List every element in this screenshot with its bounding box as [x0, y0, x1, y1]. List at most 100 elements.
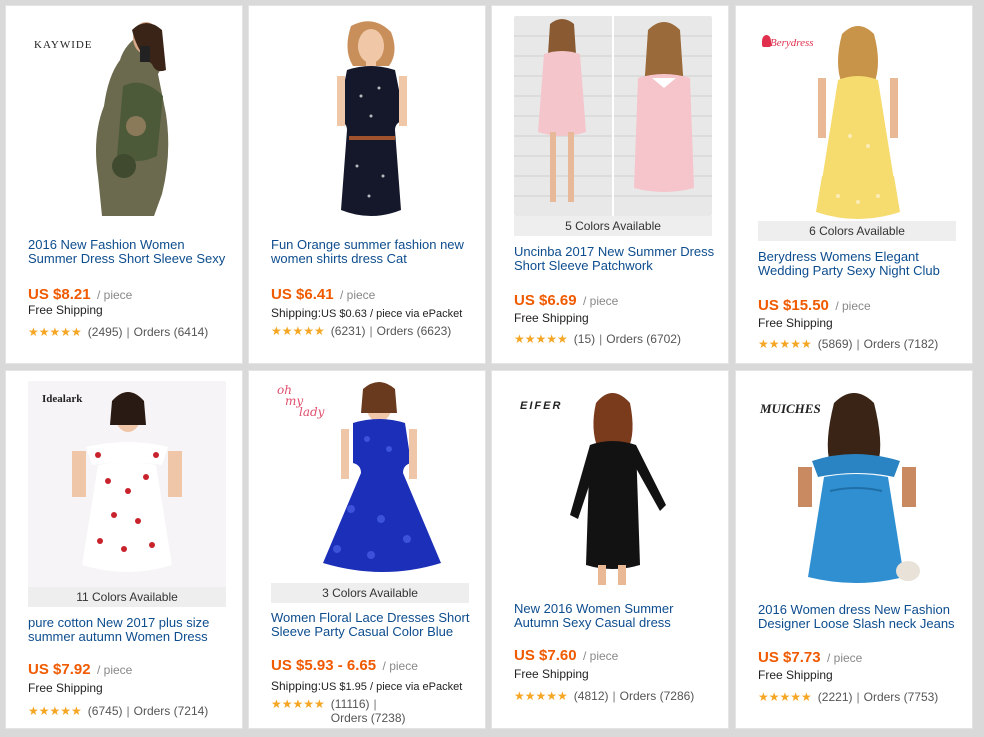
price-unit: / piece — [583, 649, 619, 663]
price: US $8.21 — [28, 286, 91, 303]
price-row: US $6.69 / piece — [514, 292, 718, 310]
product-image[interactable] — [271, 16, 471, 226]
order-count[interactable]: Orders (6702) — [606, 332, 681, 346]
shipping-info: Free Shipping — [758, 316, 833, 330]
star-rating-icon[interactable]: ★★★★★ — [271, 324, 325, 338]
price-row: US $7.92 / piece — [28, 661, 232, 679]
price-unit: / piece — [97, 663, 133, 677]
review-count[interactable]: (2495) — [88, 325, 123, 339]
separator: | — [599, 332, 603, 346]
price-unit: / piece — [97, 288, 133, 302]
separator: | — [126, 704, 130, 718]
product-title[interactable]: Fun Orange summer fashion new women shir… — [271, 238, 473, 266]
product-title[interactable]: Women Floral Lace Dresses Short Sleeve P… — [271, 611, 473, 639]
order-count[interactable]: Orders (7238) — [331, 711, 406, 725]
price-unit: / piece — [583, 294, 619, 308]
price: US $6.41 — [271, 286, 334, 303]
rating-row: ★★★★★ (4812) | Orders (7286) — [514, 689, 722, 703]
order-count[interactable]: Orders (7753) — [864, 690, 939, 704]
rating-row: ★★★★★ (2495) | Orders (6414) — [28, 325, 236, 339]
star-rating-icon[interactable]: ★★★★★ — [514, 689, 568, 703]
price-row: US $7.73 / piece — [758, 649, 962, 667]
order-count[interactable]: Orders (6414) — [134, 325, 209, 339]
rating-row: ★★★★★ (2221) | Orders (7753) — [758, 690, 966, 704]
product-card[interactable]: Berydress 6 Colors Available Berydress W… — [735, 5, 973, 364]
rating-row: ★★★★★ (15) | Orders (6702) — [514, 332, 722, 346]
separator: | — [126, 325, 130, 339]
colors-available-badge: 3 Colors Available — [271, 583, 469, 603]
review-count[interactable]: (4812) — [574, 689, 609, 703]
order-count[interactable]: Orders (7182) — [864, 337, 939, 351]
price-unit: / piece — [827, 651, 863, 665]
review-count[interactable]: (6745) — [88, 704, 123, 718]
product-card[interactable]: EIFER New 2016 Women Summer Autumn Sexy … — [491, 370, 729, 729]
review-count[interactable]: (11116) — [331, 697, 370, 711]
shipping-info: Free Shipping — [28, 303, 103, 317]
rating-row: ★★★★★ (6231) | Orders (6623) — [271, 324, 479, 338]
brand-logo-line: lady — [299, 405, 325, 419]
review-count[interactable]: (15) — [574, 332, 595, 346]
brand-logo: oh my lady — [277, 384, 325, 419]
review-count[interactable]: (2221) — [818, 690, 853, 704]
product-card[interactable]: MUICHES 2016 Women dress New Fashion Des… — [735, 370, 973, 729]
brand-logo: Berydress — [770, 37, 814, 49]
rating-row: ★★★★★ (6745) | Orders (7214) — [28, 704, 236, 718]
price-row: US $6.41 / piece — [271, 286, 475, 304]
review-count[interactable]: (6231) — [331, 324, 366, 338]
shipping-info: Free Shipping — [514, 667, 589, 681]
order-count[interactable]: Orders (6623) — [377, 324, 452, 338]
product-title[interactable]: pure cotton New 2017 plus size summer au… — [28, 616, 230, 644]
brand-logo: Idealark — [42, 393, 83, 405]
shipping-detail: US $0.63 / piece via ePacket — [321, 308, 463, 320]
price: US $7.92 — [28, 661, 91, 678]
price: US $5.93 - 6.65 — [271, 657, 377, 674]
colors-available-badge: 6 Colors Available — [758, 221, 956, 241]
price: US $7.60 — [514, 647, 577, 664]
product-card[interactable]: Idealark 11 Colors Available pure cotton… — [5, 370, 243, 729]
colors-available-badge: 11 Colors Available — [28, 587, 226, 607]
shipping-info: Free Shipping — [758, 668, 833, 682]
order-count[interactable]: Orders (7286) — [620, 689, 695, 703]
price-row: US $8.21 / piece — [28, 286, 232, 304]
shipping-info: Free Shipping — [28, 681, 103, 695]
product-card[interactable]: KAYWIDE 2016 New Fashion Women Summer Dr… — [5, 5, 243, 364]
product-image[interactable] — [514, 16, 712, 216]
shipping-info: Shipping:US $1.95 / piece via ePacket — [271, 679, 479, 693]
product-title[interactable]: 2016 New Fashion Women Summer Dress Shor… — [28, 238, 230, 266]
separator: | — [612, 689, 616, 703]
rating-row: ★★★★★ (11116) | Orders (7238) — [271, 697, 479, 725]
price-unit: / piece — [382, 659, 418, 673]
shipping-label: Shipping: — [271, 306, 322, 320]
star-rating-icon[interactable]: ★★★★★ — [514, 332, 568, 346]
product-card[interactable]: Fun Orange summer fashion new women shir… — [248, 5, 486, 364]
star-rating-icon[interactable]: ★★★★★ — [758, 337, 812, 351]
brand-logo: EIFER — [520, 400, 563, 412]
product-title[interactable]: Berydress Womens Elegant Wedding Party S… — [758, 250, 960, 278]
price: US $6.69 — [514, 292, 577, 309]
separator: | — [856, 337, 860, 351]
product-title[interactable]: New 2016 Women Summer Autumn Sexy Casual… — [514, 602, 716, 630]
product-title[interactable]: Uncinba 2017 New Summer Dress Short Slee… — [514, 245, 716, 273]
order-count[interactable]: Orders (7214) — [134, 704, 209, 718]
product-title[interactable]: 2016 Women dress New Fashion Designer Lo… — [758, 603, 960, 631]
separator: | — [369, 324, 373, 338]
price-row: US $7.60 / piece — [514, 647, 718, 665]
rating-row: ★★★★★ (5869) | Orders (7182) — [758, 337, 966, 351]
product-card[interactable]: oh my lady 3 Colors Available Women Flor… — [248, 370, 486, 729]
star-rating-icon[interactable]: ★★★★★ — [271, 697, 325, 711]
shipping-detail: US $1.95 / piece via ePacket — [321, 681, 463, 693]
separator: | — [856, 690, 860, 704]
product-image[interactable] — [28, 381, 226, 589]
star-rating-icon[interactable]: ★★★★★ — [758, 690, 812, 704]
star-rating-icon[interactable]: ★★★★★ — [28, 325, 82, 339]
review-count[interactable]: (5869) — [818, 337, 853, 351]
price-row: US $5.93 - 6.65 / piece — [271, 657, 475, 675]
shipping-info: Free Shipping — [514, 311, 589, 325]
brand-logo: MUICHES — [760, 401, 821, 416]
shipping-info: Shipping:US $0.63 / piece via ePacket — [271, 306, 479, 320]
product-card[interactable]: 5 Colors Available Uncinba 2017 New Summ… — [491, 5, 729, 364]
price-row: US $15.50 / piece — [758, 297, 962, 315]
price-unit: / piece — [835, 299, 871, 313]
star-rating-icon[interactable]: ★★★★★ — [28, 704, 82, 718]
price: US $7.73 — [758, 649, 821, 666]
